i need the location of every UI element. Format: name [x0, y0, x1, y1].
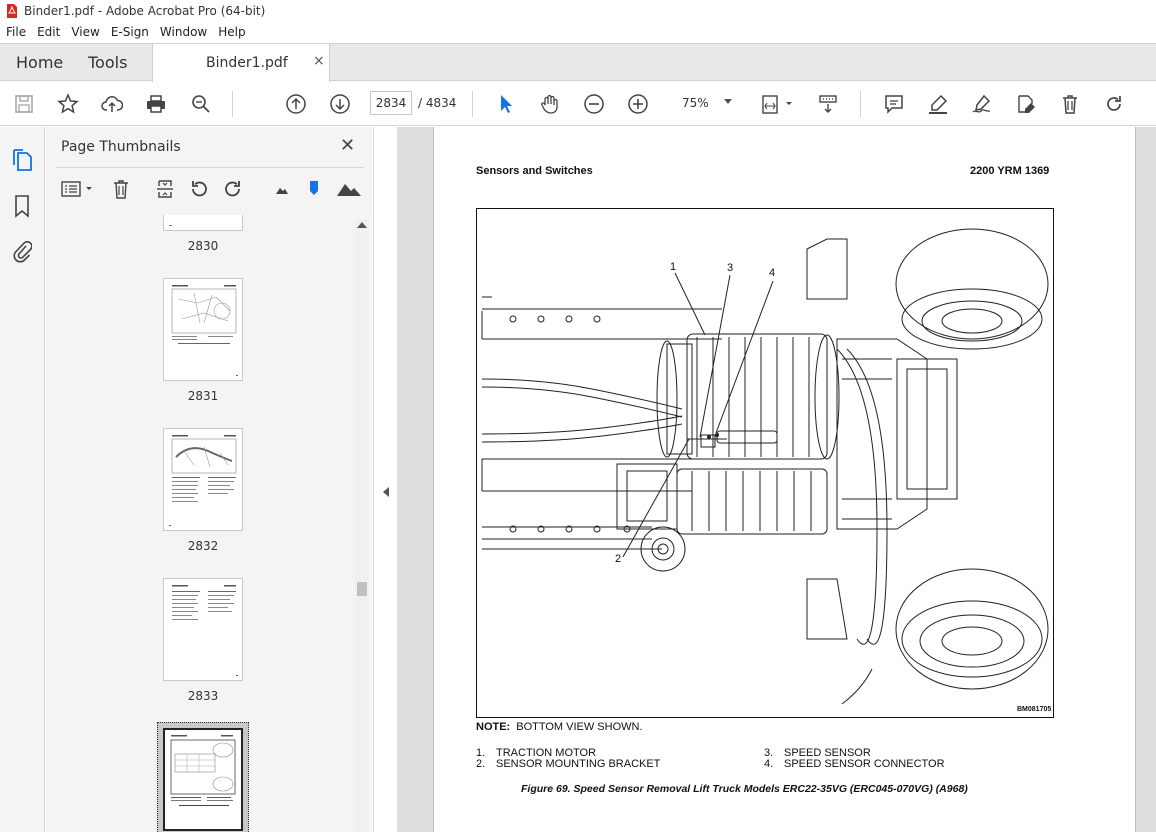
- note-label: NOTE:: [476, 721, 511, 733]
- page-header-left: Sensors and Switches: [476, 165, 593, 177]
- truck-underside-drawing: [481, 228, 1049, 705]
- scroll-mode-icon[interactable]: [816, 92, 840, 116]
- legend-item: 4. SPEED SENSOR CONNECTOR: [764, 758, 945, 770]
- thumbnail-page[interactable]: [163, 578, 243, 681]
- window-title: Binder1.pdf - Adobe Acrobat Pro (64-bit): [24, 4, 266, 18]
- tab-close-icon[interactable]: ×: [313, 53, 325, 69]
- main-toolbar: 2834 / 4834 75%: [0, 82, 1156, 126]
- callout-2: 2: [615, 553, 622, 565]
- legend-number: 4.: [764, 758, 774, 770]
- tab-tools[interactable]: Tools: [88, 53, 127, 72]
- title-bar: Binder1.pdf - Adobe Acrobat Pro (64-bit): [0, 0, 1156, 22]
- comment-icon[interactable]: [882, 92, 906, 116]
- thumbnail-label: 2832: [187, 539, 219, 553]
- rotate-right-icon[interactable]: [222, 177, 244, 201]
- scroll-up-icon[interactable]: [357, 222, 367, 228]
- collapse-panel-icon[interactable]: [383, 487, 389, 497]
- callout-3: 3: [727, 262, 734, 274]
- bookmarks-icon[interactable]: [10, 193, 34, 219]
- tab-home[interactable]: Home: [16, 53, 63, 72]
- toolbar-divider: [472, 91, 473, 117]
- sign-icon[interactable]: [970, 92, 994, 116]
- zoom-in-icon[interactable]: [626, 92, 650, 116]
- tab-bar: Home Tools Binder1.pdf ×: [0, 43, 1156, 82]
- thumbnail-label: 2830: [187, 239, 219, 253]
- thumbnail-scrollbar[interactable]: [355, 219, 369, 832]
- panel-close-icon[interactable]: ✕: [340, 135, 355, 156]
- figure-code: BM081705: [1017, 706, 1052, 713]
- thumbnail-page[interactable]: [163, 278, 243, 381]
- legend-number: 2.: [476, 758, 486, 770]
- upload-icon[interactable]: [100, 92, 124, 116]
- rotate-left-icon[interactable]: [188, 177, 210, 201]
- print-icon[interactable]: [144, 92, 168, 116]
- toolbar-divider: [232, 91, 233, 117]
- figure-note: NOTE: BOTTOM VIEW SHOWN.: [476, 721, 643, 733]
- thumbnail-label: 2831: [187, 389, 219, 403]
- page-up-icon[interactable]: [284, 92, 308, 116]
- menu-edit[interactable]: Edit: [37, 25, 60, 39]
- zoom-out-icon[interactable]: [582, 92, 606, 116]
- document-viewer[interactable]: Sensors and Switches 2200 YRM 1369 1 3 4…: [397, 127, 1156, 832]
- menu-help[interactable]: Help: [218, 25, 245, 39]
- extract-page-icon[interactable]: [154, 177, 176, 201]
- callout-4: 4: [769, 267, 776, 279]
- page-thumbnails-icon[interactable]: [10, 147, 34, 173]
- page-header-right: 2200 YRM 1369: [970, 165, 1050, 177]
- menu-window[interactable]: Window: [160, 25, 207, 39]
- edit-icon[interactable]: [1014, 92, 1038, 116]
- panel-divider: [56, 167, 364, 168]
- figure-caption: Figure 69. Speed Sensor Removal Lift Tru…: [521, 783, 968, 795]
- toolbar-divider: [860, 91, 861, 117]
- page-down-icon[interactable]: [328, 92, 352, 116]
- page-total: / 4834: [418, 96, 457, 110]
- thumbnail-page[interactable]: [163, 215, 243, 231]
- thumbnail-page-current[interactable]: [163, 728, 243, 831]
- legend-text: SENSOR MOUNTING BRACKET: [496, 758, 661, 770]
- zoom-level-select[interactable]: 75%: [668, 91, 740, 115]
- menu-view[interactable]: View: [71, 25, 99, 39]
- menu-esign[interactable]: E-Sign: [111, 25, 149, 39]
- tab-document[interactable]: Binder1.pdf ×: [152, 44, 330, 82]
- menu-bar: File Edit View E-Sign Window Help: [0, 22, 1156, 42]
- redo-icon[interactable]: [1102, 92, 1126, 116]
- attachments-icon[interactable]: [10, 239, 34, 265]
- delete-page-icon[interactable]: [110, 177, 132, 201]
- delete-icon[interactable]: [1058, 92, 1082, 116]
- page-number-input[interactable]: 2834: [370, 91, 412, 115]
- legend-text: SPEED SENSOR CONNECTOR: [784, 758, 945, 770]
- highlight-icon[interactable]: [926, 92, 950, 116]
- fit-page-icon[interactable]: [760, 92, 796, 116]
- panel-splitter[interactable]: [373, 127, 397, 832]
- thumbnail-options-icon[interactable]: [60, 177, 96, 201]
- scrollbar-thumb[interactable]: [357, 582, 367, 596]
- panel-title: Page Thumbnails: [61, 139, 181, 155]
- save-icon[interactable]: [12, 92, 36, 116]
- thumbnail-page[interactable]: [163, 428, 243, 531]
- page-thumbnails-panel: Page Thumbnails ✕ 2830 2831 2832 2833: [46, 127, 372, 832]
- pdf-page: Sensors and Switches 2200 YRM 1369 1 3 4…: [433, 127, 1136, 832]
- tab-document-label: Binder1.pdf: [206, 55, 288, 71]
- thumbnail-smaller-icon[interactable]: [272, 177, 292, 201]
- select-cursor-icon[interactable]: [494, 92, 518, 116]
- menu-file[interactable]: File: [6, 25, 26, 39]
- bookmark-star-icon[interactable]: [56, 92, 80, 116]
- zoom-level-value: 75%: [682, 96, 709, 110]
- callout-1: 1: [670, 261, 677, 273]
- thumbnail-size-slider[interactable]: [304, 177, 324, 201]
- chevron-down-icon: [724, 99, 732, 104]
- thumbnail-list[interactable]: 2830 2831 2832 2833: [56, 215, 356, 832]
- zoom-search-icon[interactable]: [189, 92, 213, 116]
- navigation-rail: [0, 127, 45, 832]
- legend-item: 2. SENSOR MOUNTING BRACKET: [476, 758, 660, 770]
- hand-icon[interactable]: [538, 92, 562, 116]
- thumbnail-larger-icon[interactable]: [336, 177, 362, 201]
- acrobat-icon: [6, 4, 18, 18]
- thumbnail-label: 2833: [187, 689, 219, 703]
- note-text: BOTTOM VIEW SHOWN.: [516, 721, 643, 733]
- technical-figure: 1 3 4 2 BM081705: [476, 208, 1054, 718]
